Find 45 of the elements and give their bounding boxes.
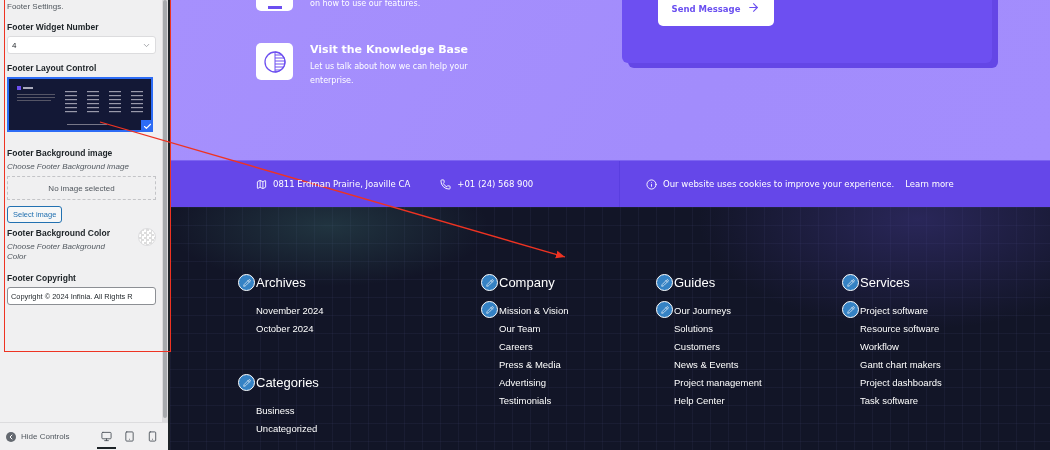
- footer-link[interactable]: Project dashboards: [842, 377, 942, 395]
- field-label: Footer Widget Number: [7, 22, 100, 32]
- footer-link[interactable]: Uncategorized: [238, 423, 318, 441]
- image-upload-field[interactable]: No image selected: [7, 176, 156, 200]
- widget-title: Archives: [256, 275, 306, 290]
- learn-more-link[interactable]: Learn more: [905, 179, 954, 189]
- field-label: Footer Background Color: [7, 228, 110, 238]
- footer-link[interactable]: Help Center: [656, 395, 725, 413]
- field-description: Choose Footer Background image: [7, 162, 130, 172]
- field-label: Footer Layout Control: [7, 63, 98, 73]
- support-text: on how to use our features.: [310, 0, 422, 10]
- footer-link[interactable]: Workflow: [842, 341, 899, 359]
- footer-link[interactable]: Careers: [481, 341, 533, 359]
- footer-link[interactable]: Customers: [656, 341, 720, 359]
- footer-link[interactable]: Our Journeys: [656, 305, 732, 323]
- widget-title: Company: [499, 275, 555, 290]
- section-description: Footer Settings.: [7, 2, 65, 11]
- footer-link[interactable]: Testimonials: [481, 395, 552, 413]
- widget-number-select[interactable]: 4: [7, 36, 156, 54]
- footer-link[interactable]: November 2024: [238, 305, 324, 323]
- phone-text: +01 (24) 568 900: [457, 179, 534, 189]
- footer-link[interactable]: Business: [238, 405, 295, 423]
- field-label: Footer Copyright: [7, 273, 77, 283]
- support-title: Visit the Knowledge Base: [310, 43, 470, 56]
- footer-link[interactable]: Task software: [842, 395, 919, 413]
- send-message-button[interactable]: Send Message: [658, 0, 774, 26]
- support-text: Let us talk about how we can help your enterprise.: [310, 61, 469, 87]
- footer-link[interactable]: October 2024: [238, 323, 314, 341]
- footer-link[interactable]: Gantt chart makers: [842, 359, 941, 377]
- footer-link[interactable]: Advertising: [481, 377, 546, 395]
- field-label: Footer Background image: [7, 148, 114, 158]
- cookie-notice: Our website uses cookies to improve your experience.: [663, 179, 895, 189]
- footer-link[interactable]: Our Team: [481, 323, 541, 341]
- widget-title: Categories: [256, 375, 319, 390]
- footer-link[interactable]: Resource software: [842, 323, 940, 341]
- field-description: Choose Footer Background Color: [7, 242, 106, 262]
- footer-link[interactable]: Project software: [842, 305, 929, 323]
- footer-link[interactable]: News & Events: [656, 359, 739, 377]
- footer-link[interactable]: Press & Media: [481, 359, 561, 377]
- widget-title: Services: [860, 275, 910, 290]
- hide-controls-button[interactable]: Hide Controls: [6, 431, 70, 442]
- footer-link[interactable]: Project management: [656, 377, 762, 395]
- footer-link[interactable]: Solutions: [656, 323, 714, 341]
- widget-title: Guides: [674, 275, 716, 290]
- footer-link[interactable]: Mission & Vision: [481, 305, 569, 323]
